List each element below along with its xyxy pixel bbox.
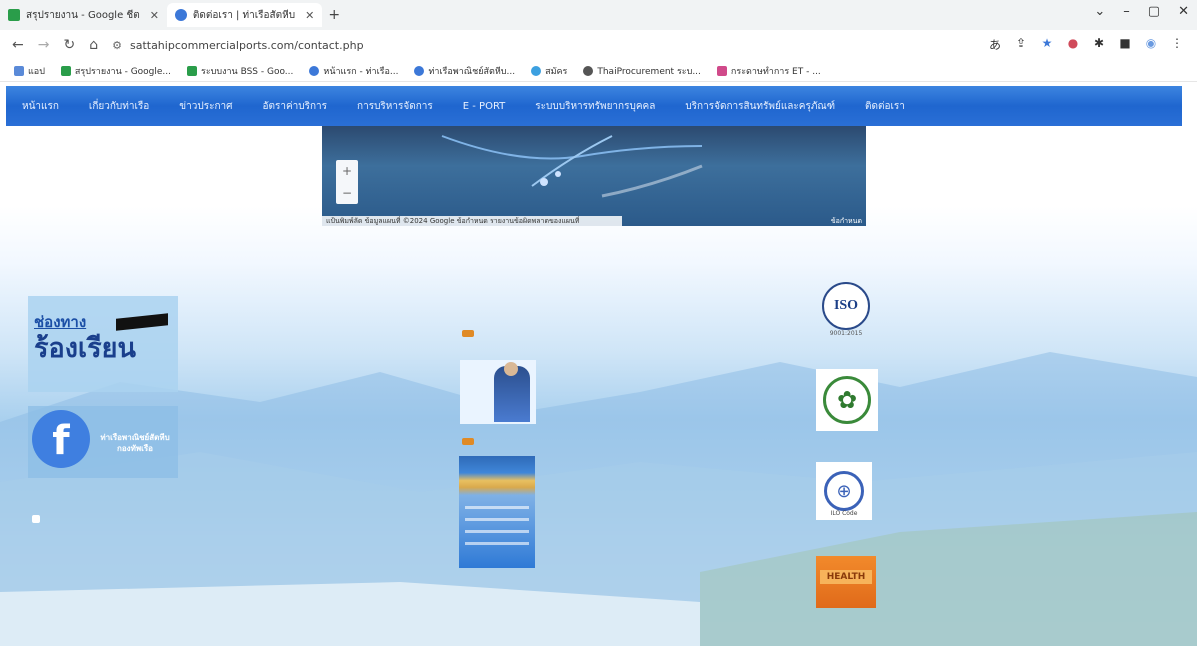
nav-about[interactable]: เกี่ยวกับท่าเรือ — [89, 99, 149, 114]
close-tab-icon[interactable]: ✕ — [305, 9, 314, 22]
map-terms-link[interactable]: ข้อกำหนด — [831, 216, 862, 226]
nav-asset-management[interactable]: บริการจัดการสินทรัพย์และครุภัณฑ์ — [685, 99, 835, 114]
chevron-down-icon[interactable]: ⌄ — [1094, 4, 1105, 19]
facebook-page-name: ท่าเรือพาณิชย์สัตหีบ กองทัพเรือ — [100, 433, 170, 453]
iso-standard-text: 9001:2015 — [829, 330, 863, 337]
bookmark-label: แอป — [28, 66, 45, 77]
map-terrain — [441, 135, 703, 198]
nav-eport[interactable]: E - PORT — [463, 101, 506, 112]
apps-grid-icon — [14, 65, 24, 76]
green-certification-logo: ✿ — [816, 369, 878, 431]
maximize-button[interactable]: ▢ — [1148, 4, 1160, 19]
share-icon[interactable]: ⇪ — [1013, 36, 1029, 53]
bookmark-label: ท่าเรือพาณิชย์สัตหีบ... — [428, 66, 516, 77]
site-info-icon[interactable]: ⚙ — [112, 39, 122, 52]
poster-line — [465, 518, 529, 521]
bookmarks-bar: แอป สรุปรายงาน - Google... ระบบงาน BSS -… — [0, 60, 1197, 82]
nav-news[interactable]: ข่าวประกาศ — [179, 99, 232, 114]
profile-icon[interactable]: ◉ — [1143, 36, 1159, 53]
bookmark-label: ระบบงาน BSS - Goo... — [201, 66, 294, 77]
poster-line — [465, 530, 529, 533]
nav-hr-system[interactable]: ระบบบริหารทรัพยากรบุคคล — [535, 99, 655, 114]
star-icon[interactable]: ★ — [1039, 36, 1055, 53]
bookmark-item[interactable]: ท่าเรือพาณิชย์สัตหีบ... — [414, 64, 515, 78]
window-controls: ⌄ – ▢ ✕ — [1094, 4, 1189, 19]
puzzle-icon[interactable]: ✱ — [1091, 36, 1107, 53]
site-favicon-icon — [174, 9, 187, 21]
main-navigation: หน้าแรก เกี่ยวกับท่าเรือ ข่าวประกาศ อัตร… — [6, 86, 1182, 126]
news-thumbnail[interactable] — [460, 360, 536, 424]
bookmark-item[interactable]: สรุปรายงาน - Google... — [60, 64, 172, 78]
map-zoom-control: + − — [336, 160, 358, 204]
facebook-icon: f — [32, 410, 90, 468]
page-content: หน้าแรก เกี่ยวกับท่าเรือ ข่าวประกาศ อัตร… — [0, 82, 1197, 646]
minimize-button[interactable]: – — [1123, 4, 1130, 19]
ilo-code-text: ILO Code — [830, 510, 858, 517]
browser-tab-bar: สรุปรายงาน - Google ชีต ✕ ติดต่อเรา | ท่… — [0, 0, 1197, 30]
complaint-line2: ร้องเรียน — [34, 333, 136, 364]
poster-line — [465, 542, 529, 545]
nav-home[interactable]: หน้าแรก — [22, 99, 59, 114]
new-badge — [462, 330, 474, 337]
gmail-favicon-icon — [716, 65, 727, 76]
address-bar[interactable]: ⚙ sattahipcommercialports.com/contact.ph… — [112, 39, 363, 52]
bookmark-label: หน้าแรก - ท่าเรือ... — [323, 66, 399, 77]
nav-rates[interactable]: อัตราค่าบริการ — [262, 99, 327, 114]
bookmark-label: สรุปรายงาน - Google... — [74, 66, 172, 77]
forward-arrow-icon[interactable]: → — [38, 37, 50, 53]
extension-red-icon[interactable]: ● — [1065, 36, 1081, 53]
background-landscape — [0, 352, 1197, 646]
back-arrow-icon[interactable]: ← — [12, 37, 24, 53]
close-tab-icon[interactable]: ✕ — [150, 9, 159, 22]
sheets-favicon-icon — [187, 65, 198, 76]
globe-icon: ⊕ — [824, 471, 864, 511]
close-window-button[interactable]: ✕ — [1178, 4, 1189, 19]
bookmark-label: กระดาษทำการ ET - ... — [730, 66, 821, 77]
new-badge — [462, 438, 474, 445]
bookmark-item[interactable]: ระบบงาน BSS - Goo... — [187, 64, 293, 78]
complaint-channel-banner[interactable]: ช่องทาง ร้องเรียน — [28, 296, 178, 392]
nav-contact[interactable]: ติดต่อเรา — [865, 99, 905, 114]
bookmark-item[interactable]: สมัคร — [531, 64, 567, 78]
facebook-link[interactable]: f ท่าเรือพาณิชย์สัตหีบ กองทัพเรือ — [28, 406, 178, 478]
iso-logo: ISO — [822, 282, 870, 330]
zoom-in-button[interactable]: + — [342, 164, 352, 178]
cloud-favicon-icon — [531, 65, 542, 76]
person-head — [504, 362, 518, 376]
reload-icon[interactable]: ↻ — [63, 37, 75, 53]
map-attribution: แป้นพิมพ์ลัด ข้อมูลแผนที่ ©2024 Google ข… — [322, 216, 622, 226]
health-label: HEALTH — [820, 570, 872, 584]
site-favicon-icon — [309, 65, 320, 76]
sheets-favicon-icon — [8, 9, 20, 21]
leaf-icon: ✿ — [823, 376, 871, 424]
toolbar-icons: あ ⇪ ★ ● ✱ ■ ◉ ⋮ — [987, 36, 1185, 53]
health-logo: HEALTH — [816, 556, 876, 608]
sheets-favicon-icon — [60, 65, 71, 76]
home-icon[interactable]: ⌂ — [89, 37, 98, 53]
poster-thumbnail[interactable] — [459, 456, 535, 568]
new-tab-button[interactable]: + — [328, 7, 340, 23]
procurement-favicon-icon — [583, 65, 594, 76]
browser-tab-sheets[interactable]: สรุปรายงาน - Google ชีต ✕ — [0, 3, 167, 27]
site-favicon-icon — [414, 65, 425, 76]
translate-icon[interactable]: あ — [987, 36, 1003, 53]
tab-label: สรุปรายงาน - Google ชีต — [26, 9, 140, 21]
small-square-icon — [32, 515, 40, 523]
embedded-map[interactable]: + − แป้นพิมพ์ลัด ข้อมูลแผนที่ ©2024 Goog… — [322, 126, 866, 226]
nav-management[interactable]: การบริหารจัดการ — [357, 99, 433, 114]
bookmark-apps[interactable]: แอป — [14, 64, 45, 78]
bookmark-label: ThaiProcurement ระบ... — [597, 66, 701, 77]
browser-tab-active[interactable]: ติดต่อเรา | ท่าเรือสัตหีบ ✕ — [166, 3, 323, 27]
bookmark-item[interactable]: ThaiProcurement ระบ... — [583, 64, 701, 78]
sidepanel-icon[interactable]: ■ — [1117, 36, 1133, 53]
address-url[interactable]: sattahipcommercialports.com/contact.php — [130, 39, 364, 52]
tab-label: ติดต่อเรา | ท่าเรือสัตหีบ — [192, 9, 296, 21]
menu-icon[interactable]: ⋮ — [1169, 36, 1185, 53]
bookmark-label: สมัคร — [545, 66, 568, 77]
bookmark-item[interactable]: กระดาษทำการ ET - ... — [716, 64, 821, 78]
zoom-out-button[interactable]: − — [342, 186, 352, 200]
poster-line — [465, 506, 529, 509]
bookmark-item[interactable]: หน้าแรก - ท่าเรือ... — [309, 64, 398, 78]
